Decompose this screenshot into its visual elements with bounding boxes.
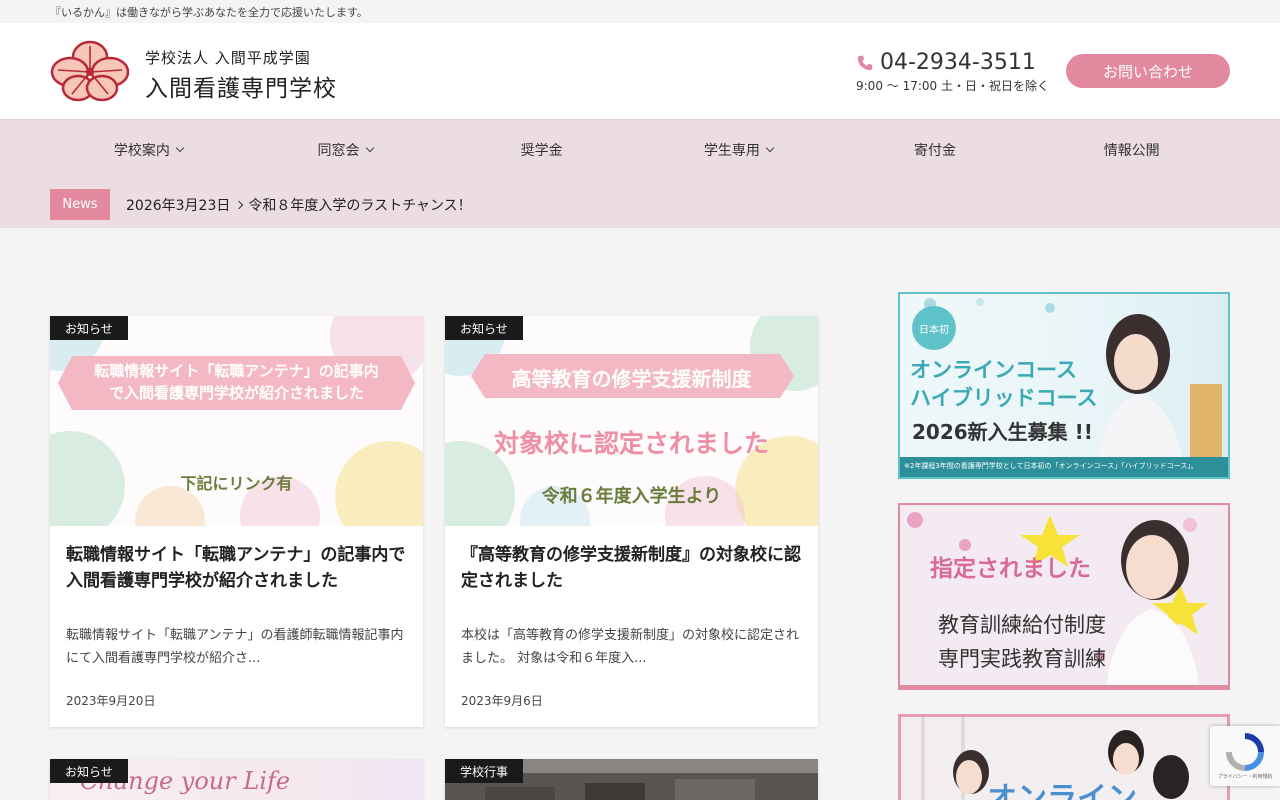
news-badge: News [50,189,110,220]
post-thumbnail[interactable]: 転職情報サイト「転職アンテナ」の記事内で入間看護専門学校が紹介されました 下記に… [50,316,423,526]
nav-label: 同窓会 [317,143,360,159]
phone-number[interactable]: 04-2934-3511 [856,50,1036,75]
nav-label: 奨学金 [520,143,563,159]
nav-item-students-only[interactable]: 学生専用 [640,120,837,180]
thumbnail-art [50,316,423,526]
post-excerpt: 本校は「高等教育の修学支援新制度」の対象校に認定されました。 対象は令和６年度入… [461,628,800,666]
post-title[interactable]: 転職情報サイト「転職アンテナ」の記事内で入間看護専門学校が紹介されました [50,526,423,624]
banner-line-3: 2026新入生募集 !! [912,420,1093,444]
business-hours: 9:00 〜 17:00 土・日・祝日を除く [856,79,1049,93]
recaptcha-badge[interactable]: プライバシー・利用規約 [1210,726,1280,786]
org-name: 学校法人 入間平成学園 [145,49,311,67]
sidebar-banner-online[interactable]: オンライン [898,714,1230,800]
nav-item-disclosure[interactable]: 情報公開 [1033,120,1230,180]
news-link[interactable]: 令和８年度入学のラストチャンス！ [248,195,471,215]
thumbnail-banner-text: 転職情報サイト「転職アンテナ」の記事内で入間看護専門学校が紹介されました [94,362,379,402]
contact-button[interactable]: お問い合わせ [1066,54,1230,88]
post-card[interactable]: お知らせ Change your Life [50,759,423,800]
news-date: 2026年3月23日 [126,197,231,214]
category-label: 学校行事 [445,759,524,783]
category-label: お知らせ [445,316,523,340]
post-date: 2023年9月6日 [461,694,543,708]
post-excerpt: 転職情報サイト「転職アンテナ」の看護師転職情報記事内にて入間看護専門学校が紹介さ… [66,628,404,666]
top-tagline: 『いるかん』は働きながら学ぶあなたを全力で応援いたします。 [0,0,1280,23]
nav-label: 寄付金 [914,143,957,159]
chevron-right-icon [235,200,244,209]
nav-item-scholarship[interactable]: 奨学金 [443,120,640,180]
news-ticker: News 2026年3月23日 令和８年度入学のラストチャンス！ [50,189,472,220]
banner-line-2: 教育訓練給付制度 [938,613,1106,637]
site-header: 学校法人 入間平成学園 入間看護専門学校 04-2934-3511 9:00 〜… [0,23,1280,119]
nav-area: 学校案内 同窓会 奨学金 学生専用 寄付金 情報公開 News 2026年3月2… [0,119,1280,228]
banner-line-3: 専門実践教育訓練 [938,647,1106,671]
thumbnail-sub-text: 令和６年度入学生より [541,486,722,507]
nav-item-school-info[interactable]: 学校案内 [50,120,247,180]
nav-item-alumni[interactable]: 同窓会 [247,120,444,180]
post-card[interactable]: お知らせ 転職情報サイト「転職アンテナ」の記事内で入間看護専門学校が紹介されまし… [50,316,423,727]
banner-line-1: オンライン [987,781,1137,800]
chevron-down-icon [365,143,374,153]
nav-label: 情報公開 [1103,143,1160,159]
nav-label: 学生専用 [703,143,760,159]
recaptcha-label[interactable]: プライバシー・利用規約 [1214,773,1276,780]
banner-note: ※2年課程3年間の看護専門学校として日本初の「オンラインコース」「ハイブリッドコ… [904,462,1198,470]
thumbnail-banner-text: 高等教育の修学支援新制度 [511,367,752,391]
chevron-down-icon [765,143,775,153]
banner-line-2: ハイブリッドコース [910,386,1098,410]
banner-line-1: 指定されました [930,556,1091,582]
chevron-down-icon [175,143,185,153]
phone-icon [857,55,873,70]
banner-line-1: オンラインコース [910,358,1077,382]
post-title[interactable]: 『高等教育の修学支援新制度』の対象校に認定されました [445,526,818,624]
sidebar-banner-training-benefit[interactable]: 指定されました 教育訓練給付制度 専門実践教育訓練 [898,503,1230,690]
category-label: お知らせ [50,316,128,340]
thumbnail-main-text: 対象校に認定されました [493,429,769,458]
post-date: 2023年9月20日 [66,694,156,708]
recaptcha-icon [1226,733,1264,771]
nav-item-donation[interactable]: 寄付金 [837,120,1034,180]
school-name[interactable]: 入間看護専門学校 [145,69,337,103]
post-card[interactable]: 学校行事 [445,759,818,800]
flower-logo-icon[interactable] [50,40,130,102]
thumbnail-sub-text: 下記にリンク有 [180,474,293,493]
main-nav: 学校案内 同窓会 奨学金 学生専用 寄付金 情報公開 [50,120,1230,180]
post-card[interactable]: お知らせ 高等教育の修学支援新制度 対象校に認定されました 令和６年度入学生より… [445,316,818,727]
phone-text[interactable]: 04-2934-3511 [880,50,1036,75]
post-thumbnail[interactable]: 高等教育の修学支援新制度 対象校に認定されました 令和６年度入学生より [445,316,818,526]
category-label: お知らせ [50,759,128,783]
sidebar-banner-online-course[interactable]: 日本初 オンラインコース ハイブリッドコース 2026新入生募集 !! ※2年課… [898,292,1230,479]
nav-label: 学校案内 [113,143,170,159]
first-in-japan-badge: 日本初 [912,306,956,350]
